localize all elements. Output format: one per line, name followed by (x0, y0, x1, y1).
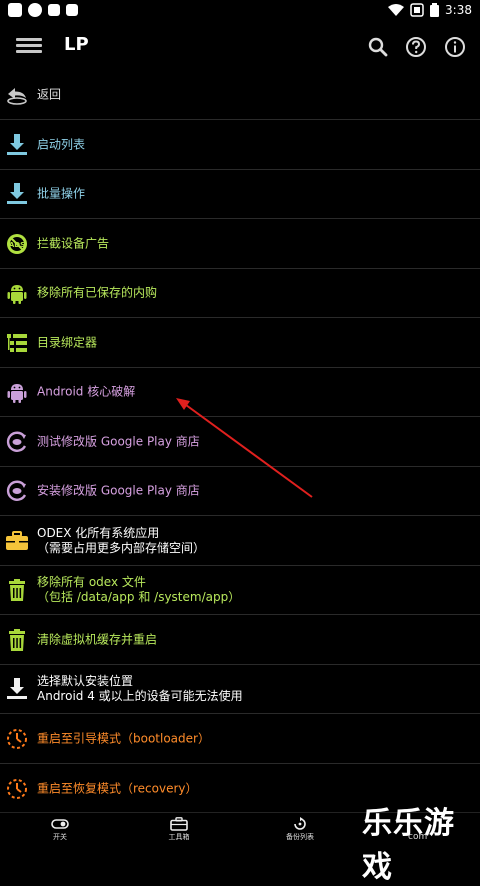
page-title: LP (64, 34, 89, 55)
toolbox-icon (6, 530, 28, 550)
menu-icon[interactable] (16, 35, 42, 59)
status-bar: 3:38 (0, 0, 480, 22)
status-time: 3:38 (445, 3, 472, 17)
download-icon (7, 678, 27, 699)
notification-icon (28, 3, 42, 17)
menu-item-label: 重启至引导模式（bootloader） (37, 731, 210, 745)
menu-item-reboot-bootloader[interactable]: 重启至引导模式（bootloader） (0, 714, 480, 764)
android-icon (7, 384, 27, 403)
toolbox-icon (170, 817, 188, 831)
notification-icon-3 (66, 4, 78, 16)
menu-item-label: 清除虚拟机缓存并重启 (37, 632, 158, 646)
menu-item-label: 目录绑定器 (37, 335, 98, 349)
notification-icon-2 (48, 4, 60, 16)
android-icon (7, 285, 27, 304)
menu-item-label: 批量操作 (37, 186, 86, 201)
menu-item-install-location[interactable]: 选择默认安装位置 Android 4 或以上的设备可能无法使用 (0, 665, 480, 714)
menu-item-label: 移除所有已保存的内购 (37, 285, 158, 300)
menu-item-label: 选择默认安装位置 Android 4 或以上的设备可能无法使用 (37, 674, 243, 703)
nav-backup-list[interactable]: 备份列表 (270, 817, 330, 842)
status-left (8, 3, 78, 17)
nav-toolbox[interactable]: 工具箱 (149, 817, 209, 842)
status-right: 3:38 (388, 3, 472, 17)
menu-item-label: 返回 (37, 87, 62, 102)
menu-list: 返回 启动列表 批量操作 ADS 拦截设备广告 (0, 71, 480, 813)
play-store-icon (6, 480, 27, 501)
undo-icon (7, 88, 27, 105)
menu-item-label: 重启至恢复模式（recovery） (37, 781, 198, 795)
trash-icon (9, 579, 25, 601)
reboot-icon (7, 728, 27, 749)
menu-item-label: 安装修改版 Google Play 商店 (37, 483, 200, 498)
menu-item-install-play-store[interactable]: 安装修改版 Google Play 商店 (0, 467, 480, 516)
menu-item-label: 拦截设备广告 (37, 236, 110, 250)
ads-block-icon: ADS (7, 233, 27, 254)
nav-backup-label: 备份列表 (286, 833, 314, 841)
download-icon (7, 133, 27, 155)
wifi-icon (388, 4, 405, 16)
toggle-icon (51, 819, 69, 829)
nav-toolbox-label: 工具箱 (168, 833, 190, 841)
nav-toggle-label: 开关 (53, 833, 67, 841)
app-notification-icon (8, 3, 22, 17)
trash-icon (9, 628, 25, 651)
menu-item-directory-binder[interactable]: 目录绑定器 (0, 318, 480, 368)
signal-icon (410, 3, 424, 17)
download-icon (7, 183, 27, 204)
menu-item-label: 启动列表 (37, 137, 86, 151)
menu-item-remove-purchases[interactable]: 移除所有已保存的内购 (0, 269, 480, 318)
backup-icon (294, 817, 306, 830)
info-icon[interactable] (442, 34, 468, 60)
directory-binder-icon (7, 333, 27, 352)
search-icon[interactable] (365, 34, 391, 60)
menu-item-batch[interactable]: 批量操作 (0, 170, 480, 219)
play-store-icon (6, 431, 27, 452)
app-toolbar: LP (0, 22, 480, 72)
menu-item-remove-odex[interactable]: 移除所有 odex 文件 （包括 /data/app 和 /system/app… (0, 566, 480, 615)
menu-item-label: 测试修改版 Google Play 商店 (37, 434, 200, 448)
menu-item-test-play-store[interactable]: 测试修改版 Google Play 商店 (0, 417, 480, 467)
menu-item-odex-system[interactable]: ODEX 化所有系统应用 （需要占用更多内部存储空间） (0, 516, 480, 566)
battery-icon (430, 3, 440, 17)
menu-item-label: Android 核心破解 (37, 384, 136, 399)
menu-item-launch-list[interactable]: 启动列表 (0, 120, 480, 170)
menu-item-back[interactable]: 返回 (0, 71, 480, 120)
reboot-icon (7, 778, 27, 799)
menu-item-clear-dalvik[interactable]: 清除虚拟机缓存并重启 (0, 615, 480, 665)
menu-item-block-ads[interactable]: ADS 拦截设备广告 (0, 219, 480, 269)
watermark-logo: 乐乐游戏 (362, 806, 455, 885)
menu-item-label: ODEX 化所有系统应用 （需要占用更多内部存储空间） (37, 525, 206, 555)
watermark-sub: com (408, 832, 428, 842)
nav-toggle[interactable]: 开关 (30, 817, 90, 842)
menu-item-core-patch[interactable]: Android 核心破解 (0, 368, 480, 417)
help-icon[interactable] (403, 34, 429, 60)
menu-item-label: 移除所有 odex 文件 （包括 /data/app 和 /system/app… (37, 575, 241, 604)
